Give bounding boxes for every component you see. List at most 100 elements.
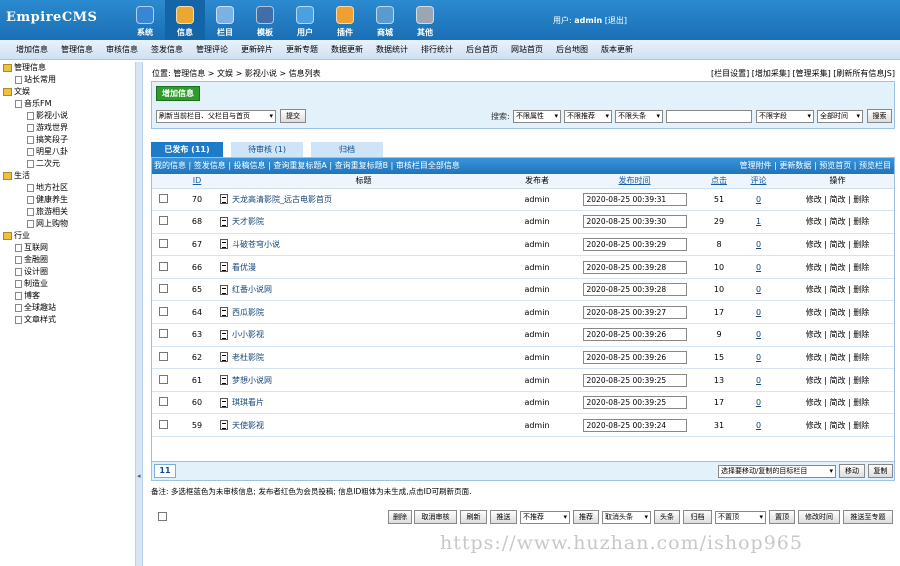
topnav-1[interactable]: 信息	[165, 0, 205, 40]
collapse-arrow-icon[interactable]: ◂	[137, 472, 141, 480]
row-checkbox[interactable]	[158, 329, 168, 339]
row-title[interactable]: 天使影视	[232, 421, 264, 430]
row-id[interactable]: 70	[174, 188, 220, 212]
col-clicks[interactable]: 点击	[702, 174, 736, 189]
row-time-input[interactable]: 2020-08-25 00:39:26	[582, 328, 687, 342]
row-checkbox[interactable]	[158, 374, 168, 384]
select-all-checkbox[interactable]	[158, 512, 167, 521]
row-comments[interactable]: 0	[756, 308, 761, 317]
row-time-input[interactable]: 2020-08-25 00:39:28	[582, 283, 687, 297]
move-target-select[interactable]: 选择要移动/复制的目标栏目	[718, 465, 836, 478]
subnav-item[interactable]: 数据统计	[376, 44, 408, 55]
row-id[interactable]: 62	[174, 346, 220, 370]
row-checkbox[interactable]	[158, 238, 168, 248]
subnav-item[interactable]: 审核信息	[106, 44, 138, 55]
bulk-8[interactable]: 归档	[683, 510, 712, 524]
topnav-7[interactable]: 其他	[405, 0, 445, 40]
subnav-item[interactable]: 后台地图	[556, 44, 588, 55]
tree-item[interactable]: 生活	[0, 170, 135, 182]
row-ops[interactable]: 修改 | 简改 | 删除	[781, 413, 894, 438]
row-time-input[interactable]: 2020-08-25 00:39:31	[582, 192, 687, 206]
tree-item[interactable]: 金融圈	[0, 254, 135, 266]
row-comments[interactable]: 0	[756, 285, 761, 294]
subnav-item[interactable]: 数据更新	[331, 44, 363, 55]
row-id[interactable]: 59	[174, 413, 220, 438]
tree-item[interactable]: 明星八卦	[0, 146, 135, 158]
bulk-9[interactable]: 不置顶	[715, 511, 766, 524]
tree-item[interactable]: 文娱	[0, 86, 135, 98]
tab-1[interactable]: 待审核 (1)	[231, 142, 303, 157]
row-time-input[interactable]: 2020-08-25 00:39:26	[582, 350, 687, 364]
tree-item[interactable]: 旅游相关	[0, 206, 135, 218]
bulk-3[interactable]: 推送	[490, 510, 517, 524]
row-ops[interactable]: 修改 | 简改 | 删除	[781, 278, 894, 302]
col-id[interactable]: ID	[174, 174, 220, 189]
row-time-input[interactable]: 2020-08-25 00:39:25	[582, 396, 687, 410]
bulk-11[interactable]: 修改时间	[798, 510, 840, 524]
search-button[interactable]: 搜索	[867, 109, 892, 123]
bulk-0[interactable]: 删除	[388, 510, 412, 524]
row-comments[interactable]: 1	[756, 217, 761, 226]
manage-links[interactable]: 管理附件 | 更新数据 | 预览首页 | 预览栏目	[740, 158, 891, 174]
subnav-item[interactable]: 管理评论	[196, 44, 228, 55]
row-checkbox[interactable]	[158, 193, 168, 203]
row-comments[interactable]: 0	[756, 421, 761, 430]
tree-item[interactable]: 行业	[0, 230, 135, 242]
row-ops[interactable]: 修改 | 简改 | 删除	[781, 368, 894, 392]
row-title[interactable]: 老杜影院	[232, 353, 264, 362]
subnav-item[interactable]: 管理信息	[61, 44, 93, 55]
topnav-6[interactable]: 商城	[365, 0, 405, 40]
row-comments[interactable]: 0	[756, 330, 761, 339]
tab-2[interactable]: 归档	[311, 142, 383, 157]
search-input[interactable]	[666, 110, 752, 123]
topnav-4[interactable]: 用户	[285, 0, 325, 40]
row-ops[interactable]: 修改 | 简改 | 删除	[781, 233, 894, 257]
row-comments[interactable]: 0	[756, 398, 761, 407]
sidebar-toggle[interactable]: ◂	[135, 62, 143, 566]
topnav-0[interactable]: 系统	[125, 0, 165, 40]
bulk-1[interactable]: 取消审核	[414, 510, 457, 524]
move-button[interactable]: 移动	[839, 464, 865, 478]
bulk-7[interactable]: 头条	[654, 510, 680, 524]
topnav-3[interactable]: 模板	[245, 0, 285, 40]
subnav-item[interactable]: 增加信息	[16, 44, 48, 55]
bulk-12[interactable]: 推送至专题	[843, 510, 893, 524]
copy-button[interactable]: 复制	[868, 464, 893, 478]
tree-item[interactable]: 站长常用	[0, 74, 135, 86]
tree-item[interactable]: 全球趣站	[0, 302, 135, 314]
row-checkbox[interactable]	[158, 284, 168, 294]
bulk-6[interactable]: 取消头条	[602, 511, 651, 524]
row-checkbox[interactable]	[158, 261, 168, 271]
submit-button[interactable]: 提交	[280, 109, 306, 123]
row-id[interactable]: 65	[174, 278, 220, 302]
tree-item[interactable]: 健康养生	[0, 194, 135, 206]
row-title[interactable]: 斗破苍穹小说	[232, 240, 280, 249]
attr-select[interactable]: 不限属性	[513, 110, 561, 123]
topnav-5[interactable]: 插件	[325, 0, 365, 40]
row-id[interactable]: 67	[174, 233, 220, 257]
col-comments[interactable]: 评论	[736, 174, 781, 189]
subnav-item[interactable]: 网站首页	[511, 44, 543, 55]
row-time-input[interactable]: 2020-08-25 00:39:24	[582, 418, 687, 432]
subnav-item[interactable]: 更新碎片	[241, 44, 273, 55]
row-ops[interactable]: 修改 | 简改 | 删除	[781, 346, 894, 370]
row-ops[interactable]: 修改 | 简改 | 删除	[781, 188, 894, 212]
tab-0[interactable]: 已发布 (11)	[151, 142, 223, 157]
row-checkbox[interactable]	[158, 397, 168, 407]
row-id[interactable]: 64	[174, 300, 220, 325]
row-id[interactable]: 68	[174, 210, 220, 234]
row-comments[interactable]: 0	[756, 263, 761, 272]
row-comments[interactable]: 0	[756, 376, 761, 385]
tree-item[interactable]: 搞笑段子	[0, 134, 135, 146]
tree-item[interactable]: 博客	[0, 290, 135, 302]
row-ops[interactable]: 修改 | 简改 | 删除	[781, 391, 894, 415]
tree-item[interactable]: 二次元	[0, 158, 135, 170]
row-time-input[interactable]: 2020-08-25 00:39:30	[582, 215, 687, 229]
recommend-select[interactable]: 不限推荐	[564, 110, 612, 123]
subnav-item[interactable]: 排行统计	[421, 44, 453, 55]
tree-item[interactable]: 影视小说	[0, 110, 135, 122]
row-ops[interactable]: 修改 | 简改 | 删除	[781, 323, 894, 347]
row-id[interactable]: 66	[174, 255, 220, 279]
action-links[interactable]: 我的信息 | 签发信息 | 投稿信息 | 查询重复标题A | 查询重复标题B |…	[154, 161, 460, 170]
subnav-item[interactable]: 更新专题	[286, 44, 318, 55]
